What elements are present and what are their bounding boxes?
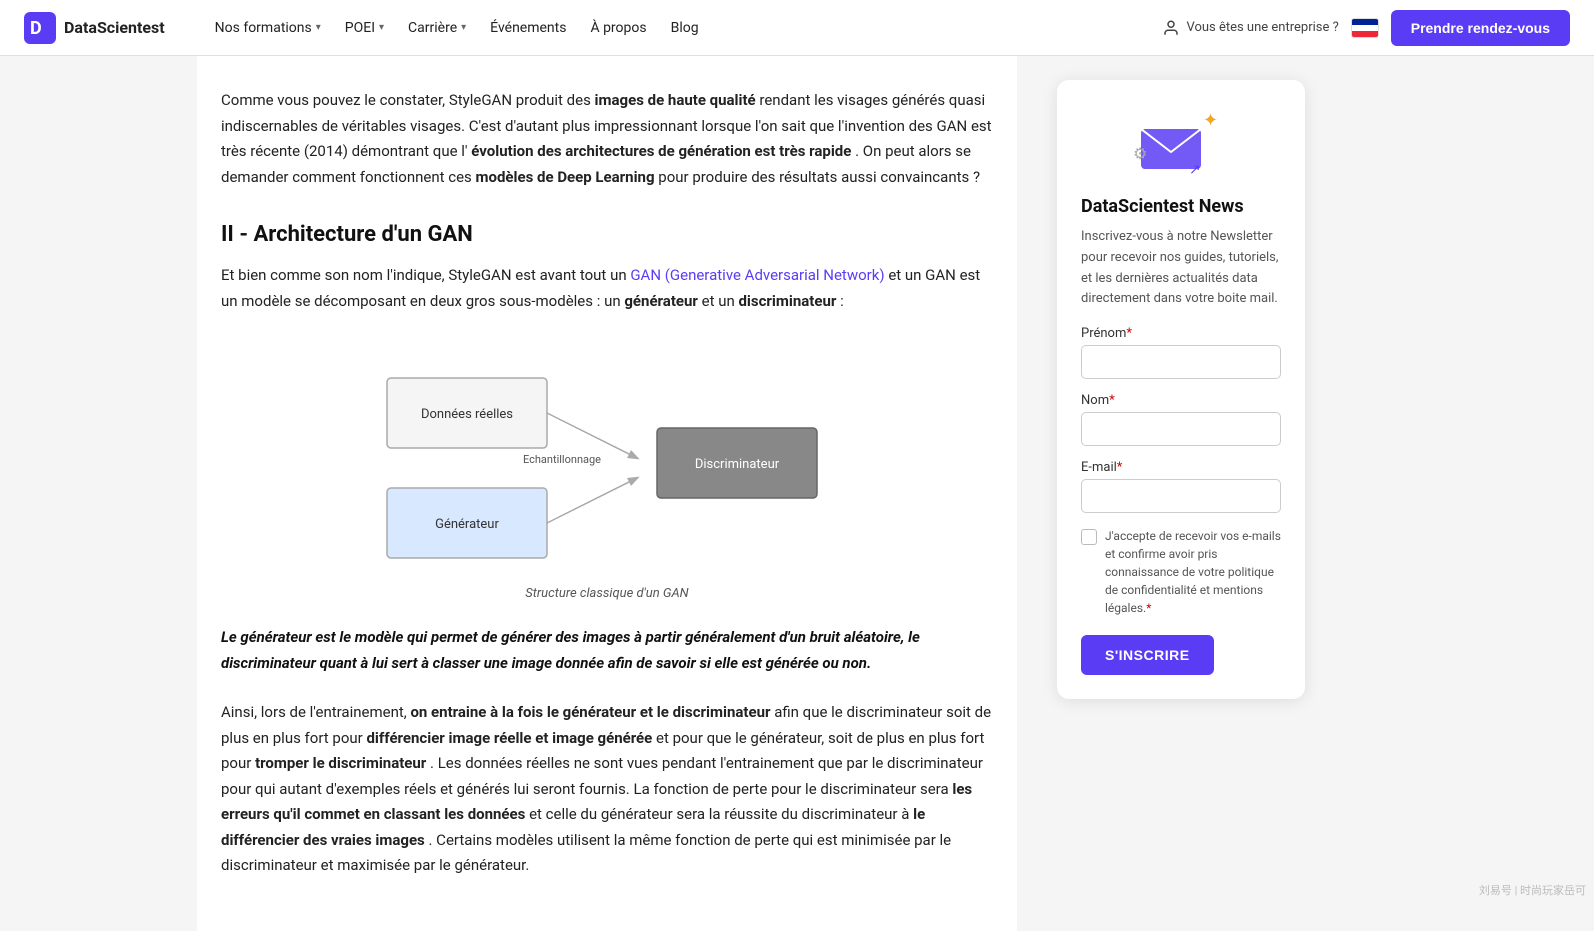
section-heading: II - Architecture d'un GAN	[221, 222, 993, 247]
intro-paragraph: Comme vous pouvez le constater, StyleGAN…	[221, 88, 993, 190]
newsletter-card: ✦ ⚙ ↗ DataScientest News Inscrivez-vous …	[1057, 80, 1305, 699]
illustration-svg: ✦ ⚙ ↗	[1131, 104, 1231, 184]
article-main: Comme vous pouvez le constater, StyleGAN…	[197, 56, 1017, 931]
consent-checkbox[interactable]	[1081, 529, 1097, 545]
nav-poei[interactable]: POEI ▾	[335, 14, 394, 42]
newsletter-illustration: ✦ ⚙ ↗	[1081, 104, 1281, 184]
svg-text:⚙: ⚙	[1133, 144, 1147, 163]
navbar: D DataScientest Nos formations ▾ POEI ▾ …	[0, 0, 1594, 56]
sidebar: ✦ ⚙ ↗ DataScientest News Inscrivez-vous …	[1041, 56, 1321, 931]
consent-row: J'accepte de recevoir vos e-mails et con…	[1081, 527, 1281, 617]
diagram-svg: Données réelles Générateur Discriminateu…	[367, 338, 847, 578]
nav-carriere[interactable]: Carrière ▾	[398, 14, 476, 42]
svg-text:↗: ↗	[1189, 162, 1201, 178]
content-area: Comme vous pouvez le constater, StyleGAN…	[197, 56, 1397, 931]
svg-text:Echantillonnage: Echantillonnage	[523, 453, 601, 466]
email-input[interactable]	[1081, 479, 1281, 513]
logo-icon: D	[24, 12, 56, 44]
chevron-down-icon: ▾	[379, 22, 384, 33]
svg-text:D: D	[30, 18, 42, 39]
para3: Ainsi, lors de l'entrainement, on entrai…	[221, 700, 993, 879]
enterprise-icon	[1162, 19, 1180, 37]
diagram-caption: Structure classique d'un GAN	[525, 586, 688, 601]
prenom-label: Prénom*	[1081, 326, 1281, 341]
language-flag[interactable]	[1351, 18, 1379, 38]
logo[interactable]: D DataScientest	[24, 12, 165, 44]
gan-diagram: Données réelles Générateur Discriminateu…	[221, 338, 993, 601]
chevron-down-icon: ▾	[316, 22, 321, 33]
gan-link[interactable]: GAN (Generative Adversarial Network)	[630, 266, 884, 284]
consent-label: J'accepte de recevoir vos e-mails et con…	[1105, 527, 1281, 617]
chevron-down-icon: ▾	[461, 22, 466, 33]
nav-links: Nos formations ▾ POEI ▾ Carrière ▾ Événe…	[205, 14, 1155, 42]
logo-text: DataScientest	[64, 18, 165, 37]
nav-apropos[interactable]: À propos	[580, 14, 656, 42]
navbar-right: Vous êtes une entreprise ? Prendre rende…	[1162, 10, 1570, 46]
prenom-input[interactable]	[1081, 345, 1281, 379]
svg-text:Données réelles: Données réelles	[421, 407, 513, 422]
watermark: 刘易号 | 时尚玩家岳可	[1479, 882, 1586, 898]
nav-blog[interactable]: Blog	[661, 14, 709, 42]
submit-button[interactable]: S'INSCRIRE	[1081, 635, 1214, 675]
cta-button[interactable]: Prendre rendez-vous	[1391, 10, 1570, 46]
sidebar-news-title: DataScientest News	[1081, 196, 1281, 217]
nav-evenements[interactable]: Événements	[480, 14, 576, 42]
para2: Et bien comme son nom l'indique, StyleGA…	[221, 263, 993, 314]
svg-text:✦: ✦	[1203, 110, 1218, 131]
nom-label: Nom*	[1081, 393, 1281, 408]
svg-text:Discriminateur: Discriminateur	[695, 457, 780, 472]
blockquote: Le générateur est le modèle qui permet d…	[221, 625, 993, 676]
email-label: E-mail*	[1081, 460, 1281, 475]
sidebar-news-desc: Inscrivez-vous à notre Newsletter pour r…	[1081, 227, 1281, 310]
svg-text:Générateur: Générateur	[435, 517, 499, 532]
enterprise-link[interactable]: Vous êtes une entreprise ?	[1162, 19, 1338, 37]
nav-nos-formations[interactable]: Nos formations ▾	[205, 14, 331, 42]
nom-input[interactable]	[1081, 412, 1281, 446]
